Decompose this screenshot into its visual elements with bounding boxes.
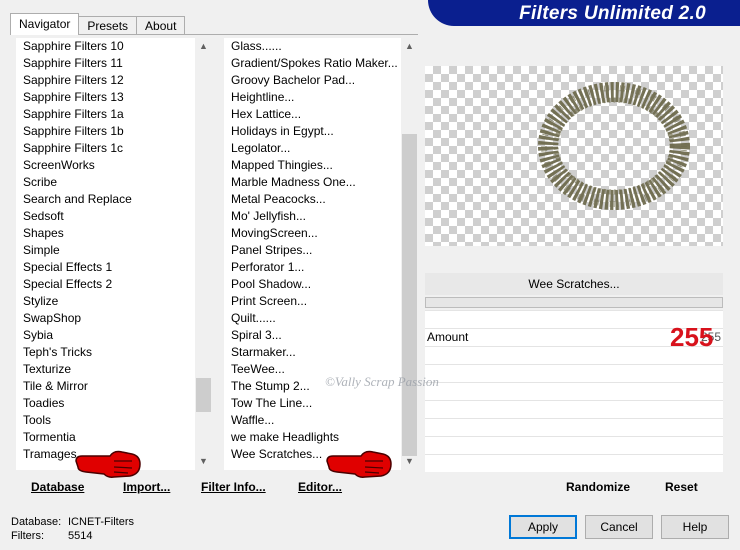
param-divider: [425, 400, 723, 401]
randomize-button[interactable]: Randomize: [566, 477, 630, 496]
category-list-item[interactable]: Toadies: [16, 395, 195, 412]
filter-list-item[interactable]: Perforator 1...: [224, 259, 401, 276]
tab-bar: Navigator Presets About: [10, 13, 186, 35]
param-divider: [425, 382, 723, 383]
category-list-item[interactable]: Special Effects 2: [16, 276, 195, 293]
category-list-item[interactable]: Search and Replace: [16, 191, 195, 208]
filter-list-item[interactable]: Pool Shadow...: [224, 276, 401, 293]
filter-info-button[interactable]: Filter Info...: [201, 477, 266, 496]
param-divider: [425, 364, 723, 365]
scroll-up-icon[interactable]: ▲: [195, 38, 212, 55]
category-list-item[interactable]: Tile & Mirror: [16, 378, 195, 395]
category-list-item[interactable]: Sedsoft: [16, 208, 195, 225]
category-list-item[interactable]: Tormentia: [16, 429, 195, 446]
category-list-item[interactable]: Sapphire Filters 10: [16, 38, 195, 55]
import-button[interactable]: Import...: [123, 477, 170, 496]
filter-list[interactable]: Glass...... Gradient/Spokes Ratio Maker..…: [224, 38, 418, 470]
filter-list-item[interactable]: Print Screen...: [224, 293, 401, 310]
help-button[interactable]: Help: [661, 515, 729, 539]
scroll-up-icon[interactable]: ▲: [401, 38, 418, 55]
filter-list-item[interactable]: Waffle...: [224, 412, 401, 429]
database-status-label: Database:: [11, 516, 62, 528]
scroll-down-icon[interactable]: ▼: [195, 453, 212, 470]
param-divider: [425, 436, 723, 437]
filter-list-item[interactable]: Mapped Thingies...: [224, 157, 401, 174]
category-list-item[interactable]: SwapShop: [16, 310, 195, 327]
category-list-item[interactable]: Texturize: [16, 361, 195, 378]
filter-list-item[interactable]: Glass......: [224, 38, 401, 55]
amount-label: Amount: [427, 330, 469, 344]
amount-highlight: 255: [670, 322, 714, 352]
database-status-value: ICNET-Filters: [68, 516, 134, 528]
scroll-down-icon[interactable]: ▼: [401, 453, 418, 470]
filter-list-item[interactable]: Mo' Jellyfish...: [224, 208, 401, 225]
category-items: Sapphire Filters 10 Sapphire Filters 11 Sa…: [16, 38, 195, 470]
progress-bar: [425, 297, 723, 308]
database-status: Database: ICNET-Filters: [11, 516, 134, 528]
category-list-item[interactable]: Sybia: [16, 327, 195, 344]
preview-canvas[interactable]: [425, 66, 723, 246]
filter-list-item[interactable]: Marble Madness One...: [224, 174, 401, 191]
tab-navigator[interactable]: Navigator: [10, 13, 80, 35]
filter-list-item[interactable]: Quilt......: [224, 310, 401, 327]
category-list-item[interactable]: Simple: [16, 242, 195, 259]
category-scrollbar[interactable]: ▲ ▼: [195, 38, 212, 470]
filter-scrollbar[interactable]: ▲ ▼: [401, 38, 418, 470]
category-scroll-thumb[interactable]: [196, 378, 211, 412]
filter-list-item[interactable]: MovingScreen...: [224, 225, 401, 242]
filter-list-item[interactable]: Holidays in Egypt...: [224, 123, 401, 140]
filter-list-item[interactable]: Gradient/Spokes Ratio Maker...: [224, 55, 401, 72]
filter-scroll-thumb[interactable]: [402, 134, 417, 456]
pointing-hand-icon: [326, 450, 392, 478]
param-divider: [425, 418, 723, 419]
title-banner: Filters Unlimited 2.0: [428, 0, 740, 26]
category-list[interactable]: Sapphire Filters 10 Sapphire Filters 11 Sa…: [16, 38, 212, 470]
filter-list-item[interactable]: Hex Lattice...: [224, 106, 401, 123]
filter-list-item[interactable]: Metal Peacocks...: [224, 191, 401, 208]
filter-name-label: Wee Scratches...: [425, 273, 723, 295]
category-list-item[interactable]: Teph's Tricks: [16, 344, 195, 361]
database-button[interactable]: Database: [31, 477, 84, 496]
watermark: ©Vally Scrap Passion: [325, 374, 439, 389]
tab-presets[interactable]: Presets: [78, 16, 138, 35]
filters-status-value: 5514: [68, 530, 93, 542]
tab-about[interactable]: About: [136, 16, 186, 35]
category-list-item[interactable]: Special Effects 1: [16, 259, 195, 276]
reset-button[interactable]: Reset: [665, 477, 698, 496]
banner-title: Filters Unlimited 2.0: [519, 3, 706, 24]
category-list-item[interactable]: Sapphire Filters 12: [16, 72, 195, 89]
filter-list-item[interactable]: Legolator...: [224, 140, 401, 157]
cancel-button[interactable]: Cancel: [585, 515, 653, 539]
category-list-item[interactable]: Sapphire Filters 1a: [16, 106, 195, 123]
pointing-hand-icon: [75, 450, 141, 478]
filter-list-item[interactable]: Spiral 3...: [224, 327, 401, 344]
filter-list-item[interactable]: Heightline...: [224, 89, 401, 106]
category-list-item[interactable]: Scribe: [16, 174, 195, 191]
category-list-item[interactable]: Shapes: [16, 225, 195, 242]
category-list-item[interactable]: Sapphire Filters 1b: [16, 123, 195, 140]
filters-status: Filters: 5514: [11, 530, 92, 542]
filter-items: Glass...... Gradient/Spokes Ratio Maker..…: [224, 38, 401, 470]
preview-image: [538, 82, 690, 210]
apply-button[interactable]: Apply: [509, 515, 577, 539]
filter-list-item[interactable]: we make Headlights: [224, 429, 401, 446]
param-divider: [425, 454, 723, 455]
filter-list-item[interactable]: Tow The Line...: [224, 395, 401, 412]
category-list-item[interactable]: Sapphire Filters 13: [16, 89, 195, 106]
editor-button[interactable]: Editor...: [298, 477, 342, 496]
category-list-item[interactable]: Tools: [16, 412, 195, 429]
filter-list-item[interactable]: Panel Stripes...: [224, 242, 401, 259]
filter-list-item[interactable]: Groovy Bachelor Pad...: [224, 72, 401, 89]
filter-list-item[interactable]: Starmaker...: [224, 344, 401, 361]
param-divider: [425, 310, 723, 311]
category-list-item[interactable]: Sapphire Filters 11: [16, 55, 195, 72]
category-list-item[interactable]: Stylize: [16, 293, 195, 310]
filters-status-label: Filters:: [11, 530, 44, 542]
category-list-item[interactable]: Sapphire Filters 1c: [16, 140, 195, 157]
category-list-item[interactable]: ScreenWorks: [16, 157, 195, 174]
